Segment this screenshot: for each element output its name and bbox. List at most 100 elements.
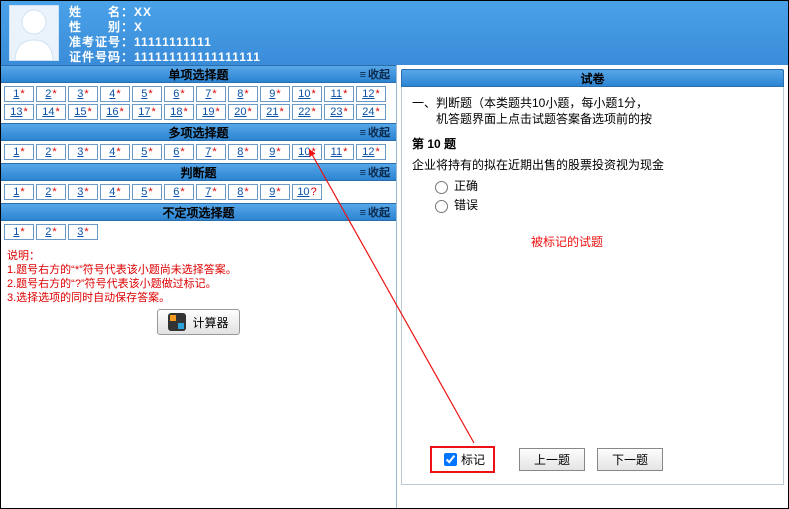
question-single-7[interactable]: 7* (196, 86, 226, 102)
question-number: 8 (237, 185, 243, 199)
question-multi-11[interactable]: 11* (324, 144, 354, 160)
gender-label: 性 别： (69, 20, 134, 35)
question-judge-7[interactable]: 7* (196, 184, 226, 200)
question-number: 3 (77, 145, 83, 159)
question-single-22[interactable]: 22* (292, 104, 322, 120)
question-single-18[interactable]: 18* (164, 104, 194, 120)
question-multi-7[interactable]: 7* (196, 144, 226, 160)
next-button[interactable]: 下一题 (597, 448, 663, 471)
mark-checkbox-box[interactable]: 标记 (430, 446, 495, 473)
question-number: 7 (205, 145, 211, 159)
question-judge-3[interactable]: 3* (68, 184, 98, 200)
question-judge-2[interactable]: 2* (36, 184, 66, 200)
section-bar-single: 单项选择题 收起 (1, 65, 396, 83)
question-title: 第 10 题 (412, 135, 773, 152)
marked-icon: ? (311, 185, 317, 199)
question-uncertain-1[interactable]: 1* (4, 224, 34, 240)
exam-bar-title: 试卷 (580, 72, 604, 86)
unanswered-icon: * (244, 185, 248, 199)
question-multi-5[interactable]: 5* (132, 144, 162, 160)
unanswered-icon: * (119, 105, 123, 119)
question-single-13[interactable]: 13* (4, 104, 34, 120)
question-multi-6[interactable]: 6* (164, 144, 194, 160)
question-single-3[interactable]: 3* (68, 86, 98, 102)
calculator-icon (168, 313, 186, 331)
option-false[interactable]: 错误 (430, 196, 773, 213)
question-single-15[interactable]: 15* (68, 104, 98, 120)
unanswered-icon: * (375, 105, 379, 119)
question-judge-6[interactable]: 6* (164, 184, 194, 200)
grid-single: 1*2*3*4*5*6*7*8*9*10*11*12*13*14*15*16*1… (1, 83, 396, 123)
question-judge-10[interactable]: 10? (292, 184, 322, 200)
question-single-12[interactable]: 12* (356, 86, 386, 102)
question-judge-4[interactable]: 4* (100, 184, 130, 200)
option-true-label: 正确 (454, 177, 478, 194)
question-multi-8[interactable]: 8* (228, 144, 258, 160)
question-single-1[interactable]: 1* (4, 86, 34, 102)
question-single-20[interactable]: 20* (228, 104, 258, 120)
question-number: 1 (13, 87, 19, 101)
question-multi-2[interactable]: 2* (36, 144, 66, 160)
question-multi-10[interactable]: 10* (292, 144, 322, 160)
question-number: 4 (109, 87, 115, 101)
question-judge-8[interactable]: 8* (228, 184, 258, 200)
option-true[interactable]: 正确 (430, 177, 773, 194)
question-single-19[interactable]: 19* (196, 104, 226, 120)
prev-button[interactable]: 上一题 (519, 448, 585, 471)
question-number: 9 (269, 185, 275, 199)
unanswered-icon: * (23, 105, 27, 119)
question-single-8[interactable]: 8* (228, 86, 258, 102)
option-true-radio[interactable] (435, 181, 448, 194)
collapse-uncertain[interactable]: 收起 (360, 204, 390, 222)
unanswered-icon: * (311, 87, 315, 101)
unanswered-icon: * (215, 105, 219, 119)
question-number: 13 (10, 105, 22, 119)
calculator-button[interactable]: 计算器 (157, 309, 239, 335)
question-uncertain-3[interactable]: 3* (68, 224, 98, 240)
question-number: 11 (331, 87, 342, 101)
question-single-9[interactable]: 9* (260, 86, 290, 102)
option-false-label: 错误 (454, 196, 478, 213)
question-uncertain-2[interactable]: 2* (36, 224, 66, 240)
mark-checkbox[interactable] (444, 453, 457, 466)
question-single-16[interactable]: 16* (100, 104, 130, 120)
unanswered-icon: * (148, 185, 152, 199)
question-multi-3[interactable]: 3* (68, 144, 98, 160)
collapse-judge[interactable]: 收起 (360, 164, 390, 182)
question-single-10[interactable]: 10* (292, 86, 322, 102)
question-judge-9[interactable]: 9* (260, 184, 290, 200)
unanswered-icon: * (20, 87, 24, 101)
question-single-17[interactable]: 17* (132, 104, 162, 120)
unanswered-icon: * (20, 225, 24, 239)
unanswered-icon: * (276, 185, 280, 199)
question-number: 21 (266, 105, 278, 119)
admission-value: 11111111111 (134, 35, 212, 49)
question-multi-9[interactable]: 9* (260, 144, 290, 160)
question-single-4[interactable]: 4* (100, 86, 130, 102)
unanswered-icon: * (276, 87, 280, 101)
question-judge-5[interactable]: 5* (132, 184, 162, 200)
collapse-multi[interactable]: 收起 (360, 124, 390, 142)
question-single-2[interactable]: 2* (36, 86, 66, 102)
question-multi-4[interactable]: 4* (100, 144, 130, 160)
exam-body: 一、判断题（本类题共10小题，每小题1分， 机答题界面上点击试题答案备选项前的按… (401, 87, 784, 485)
section-title-judge: 判断题 (180, 164, 216, 182)
unanswered-icon: * (244, 87, 248, 101)
question-single-23[interactable]: 23* (324, 104, 354, 120)
question-single-24[interactable]: 24* (356, 104, 386, 120)
question-single-14[interactable]: 14* (36, 104, 66, 120)
question-single-6[interactable]: 6* (164, 86, 194, 102)
question-single-21[interactable]: 21* (260, 104, 290, 120)
question-multi-1[interactable]: 1* (4, 144, 34, 160)
section-bar-multi: 多项选择题 收起 (1, 123, 396, 141)
collapse-single[interactable]: 收起 (360, 66, 390, 84)
question-number: 3 (77, 185, 83, 199)
question-text: 企业将持有的拟在近期出售的股票投资视为现金 (412, 156, 773, 173)
question-single-5[interactable]: 5* (132, 86, 162, 102)
question-single-11[interactable]: 11* (324, 86, 354, 102)
name-value: XX (134, 5, 152, 19)
question-judge-1[interactable]: 1* (4, 184, 34, 200)
option-false-radio[interactable] (435, 200, 448, 213)
question-multi-12[interactable]: 12* (356, 144, 386, 160)
question-number: 1 (13, 145, 19, 159)
